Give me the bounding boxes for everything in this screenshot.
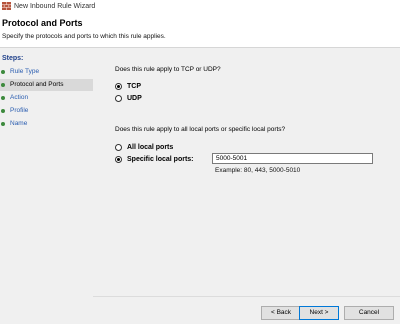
- radio-checked-icon: [115, 155, 122, 163]
- step-profile[interactable]: Profile: [0, 105, 93, 117]
- udp-radio[interactable]: UDP: [115, 93, 142, 103]
- steps-heading: Steps:: [2, 55, 24, 62]
- all-local-ports-label: All local ports: [127, 143, 174, 151]
- ports-example: Example: 80, 443, 5000-5010: [215, 167, 301, 174]
- step-name[interactable]: Name: [0, 118, 93, 130]
- all-local-ports-radio[interactable]: All local ports: [115, 142, 173, 152]
- step-protocol-and-ports[interactable]: Protocol and Ports: [0, 79, 93, 91]
- steps-pane: Steps: Rule Type Protocol and Ports Acti…: [0, 48, 93, 324]
- next-button[interactable]: Next >: [299, 306, 339, 320]
- wizard-header: Protocol and Ports Specify the protocols…: [0, 13, 400, 48]
- protocol-question: Does this rule apply to TCP or UDP?: [115, 66, 221, 73]
- specific-local-ports-radio[interactable]: Specific local ports:: [115, 154, 194, 164]
- specific-local-ports-label: Specific local ports:: [127, 155, 194, 163]
- udp-label: UDP: [127, 94, 142, 102]
- step-label: Rule Type: [10, 68, 40, 75]
- radio-checked-icon: [115, 82, 122, 90]
- step-bullet-icon: [1, 109, 5, 113]
- back-button[interactable]: < Back: [261, 306, 301, 320]
- firewall-icon: [2, 2, 11, 10]
- step-action[interactable]: Action: [0, 92, 93, 104]
- footer-divider: [93, 296, 400, 297]
- step-rule-type[interactable]: Rule Type: [0, 66, 93, 78]
- page-title: Protocol and Ports: [2, 18, 83, 28]
- step-bullet-icon: [1, 122, 5, 126]
- tcp-radio[interactable]: TCP: [115, 81, 141, 91]
- step-label: Profile: [10, 107, 29, 114]
- page-subtitle: Specify the protocols and ports to which…: [2, 33, 166, 40]
- content-pane: Does this rule apply to TCP or UDP? TCP …: [93, 48, 400, 324]
- window-title: New Inbound Rule Wizard: [14, 3, 96, 10]
- step-label: Name: [10, 120, 28, 127]
- step-bullet-icon: [1, 96, 5, 100]
- step-label: Protocol and Ports: [10, 81, 64, 88]
- step-bullet-icon: [1, 70, 5, 74]
- cancel-button[interactable]: Cancel: [344, 306, 394, 320]
- ports-question: Does this rule apply to all local ports …: [115, 126, 286, 133]
- radio-unchecked-icon: [115, 143, 122, 151]
- radio-unchecked-icon: [115, 94, 122, 102]
- title-bar: New Inbound Rule Wizard: [0, 0, 400, 13]
- tcp-label: TCP: [127, 82, 141, 90]
- step-label: Action: [10, 94, 29, 101]
- step-bullet-icon: [1, 83, 5, 87]
- local-ports-input[interactable]: [212, 153, 373, 164]
